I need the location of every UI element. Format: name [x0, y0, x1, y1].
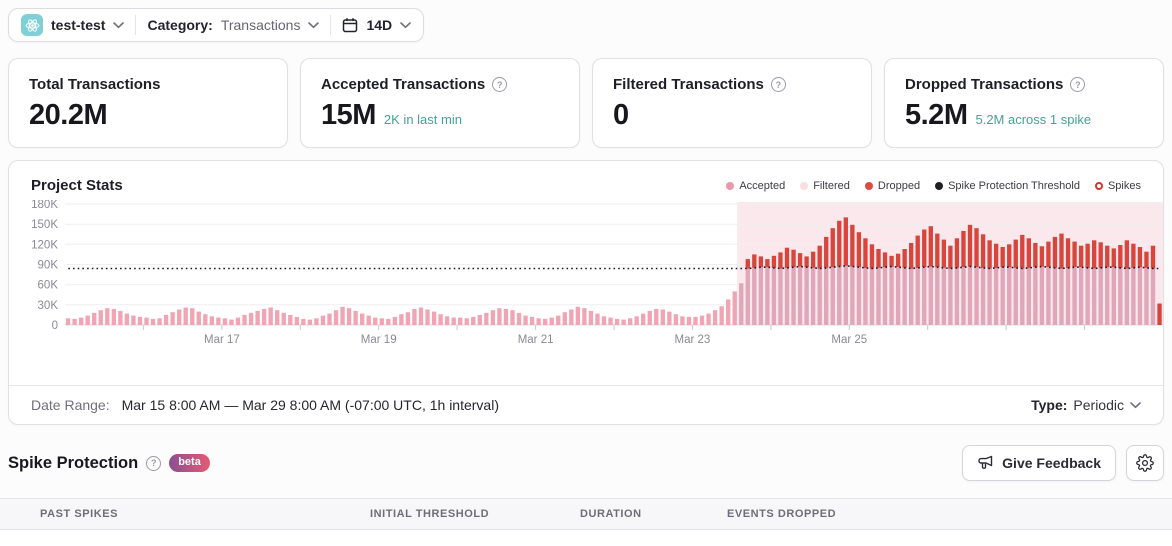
help-icon[interactable]: ?	[770, 77, 786, 92]
chevron-down-icon	[308, 22, 320, 29]
chevron-down-icon	[400, 22, 411, 29]
date-period-selector[interactable]: 14D	[342, 17, 411, 33]
gear-icon	[1136, 454, 1154, 472]
card-value: 20.2M	[29, 99, 108, 131]
spikes-ring-icon	[1094, 181, 1103, 190]
type-selector[interactable]: Type: Periodic	[1031, 397, 1141, 413]
beta-badge: beta	[169, 454, 210, 472]
type-label: Type:	[1031, 397, 1068, 413]
spike-protection-title: Spike Protection	[8, 453, 139, 472]
card-value: 0	[613, 99, 629, 131]
card-dropped-transactions: Dropped Transactions ? 5.2M 5.2M across …	[884, 58, 1164, 148]
svg-text:180K: 180K	[31, 200, 58, 211]
legend-label: Dropped	[877, 179, 921, 192]
card-title: Filtered Transactions	[613, 76, 764, 93]
date-range-label: Date Range:	[31, 397, 110, 413]
settings-button[interactable]	[1126, 445, 1164, 481]
svg-text:Mar 17: Mar 17	[204, 334, 240, 346]
top-filter-bar: test-test Category: Transactions 14D	[8, 8, 1164, 42]
chevron-down-icon	[113, 22, 125, 29]
legend-item-dropped[interactable]: Dropped	[864, 179, 921, 192]
svg-text:60K: 60K	[38, 280, 59, 292]
category-value: Transactions	[220, 17, 301, 33]
legend-label: Filtered	[813, 179, 850, 192]
period-value: 14D	[366, 17, 393, 33]
type-value: Periodic	[1073, 397, 1124, 413]
help-icon[interactable]: ?	[1070, 77, 1086, 92]
svg-text:150K: 150K	[31, 219, 58, 231]
give-feedback-button[interactable]: Give Feedback	[962, 445, 1116, 481]
help-icon[interactable]: ?	[146, 455, 162, 471]
svg-text:0: 0	[52, 320, 58, 332]
legend-dot-icon	[864, 181, 873, 190]
divider	[135, 15, 137, 35]
chart-footer: Date Range: Mar 15 8:00 AM — Mar 29 8:00…	[9, 385, 1163, 424]
legend-dot-icon	[800, 181, 809, 190]
svg-text:120K: 120K	[31, 239, 58, 251]
category-label: Category:	[147, 17, 213, 33]
col-initial-threshold: Initial Threshold	[370, 508, 490, 520]
category-selector[interactable]: Category: Transactions	[147, 17, 320, 33]
project-name: test-test	[51, 17, 106, 33]
legend-item-filtered[interactable]: Filtered	[800, 180, 850, 192]
card-value: 5.2M	[905, 99, 968, 131]
card-title: Total Transactions	[29, 76, 161, 93]
legend-dot-icon	[726, 181, 735, 190]
card-subtitle: 5.2M across 1 spike	[975, 112, 1092, 127]
svg-text:Mar 21: Mar 21	[518, 334, 554, 346]
col-events-dropped: Events Dropped	[727, 508, 837, 520]
svg-text:90K: 90K	[38, 260, 59, 272]
legend-dot-icon	[935, 181, 944, 190]
stat-cards-row: Total Transactions 20.2M Accepted Transa…	[8, 58, 1164, 148]
svg-text:30K: 30K	[38, 300, 59, 312]
help-icon[interactable]: ?	[492, 77, 508, 92]
project-stats-panel: Project Stats Accepted Filtered Dropped Spi…	[8, 160, 1164, 425]
legend-item-spike-protection-threshold[interactable]: Spike Protection Threshold	[935, 180, 1080, 192]
chevron-down-icon	[1130, 402, 1141, 409]
past-spikes-table: Past Spikes Initial Threshold Duration E…	[0, 498, 1172, 546]
table-row[interactable]	[0, 530, 1172, 546]
project-platform-icon	[21, 14, 43, 36]
svg-text:Mar 23: Mar 23	[675, 334, 711, 346]
legend-label: Accepted	[739, 179, 786, 192]
megaphone-icon	[977, 455, 994, 471]
filter-pill: test-test Category: Transactions 14D	[8, 8, 425, 42]
col-past-spikes: Past Spikes	[40, 508, 118, 520]
table-header-row: Past Spikes Initial Threshold Duration E…	[0, 498, 1172, 530]
project-selector[interactable]: test-test	[21, 14, 125, 36]
card-filtered-transactions: Filtered Transactions ? 0	[592, 58, 872, 148]
legend-label: Spike Protection Threshold	[948, 179, 1080, 192]
card-title: Accepted Transactions	[321, 76, 486, 93]
card-value: 15M	[321, 99, 376, 131]
chart-legend: Accepted Filtered Dropped Spike Protection …	[726, 180, 1141, 192]
give-feedback-label: Give Feedback	[1002, 455, 1101, 471]
legend-label: Spikes	[1107, 179, 1141, 192]
date-range-value: Mar 15 8:00 AM — Mar 29 8:00 AM (-07:00 …	[121, 397, 499, 413]
card-accepted-transactions: Accepted Transactions ? 15M 2K in last m…	[300, 58, 580, 148]
divider	[330, 15, 332, 35]
legend-item-accepted[interactable]: Accepted	[726, 180, 785, 192]
card-title: Dropped Transactions	[905, 76, 1064, 93]
project-stats-chart[interactable]: 0 30K 60K 90K 120K 150K 180K Mar 17 Mar 19 Mar 21…	[9, 194, 1163, 351]
spike-protection-header: Spike Protection ? beta Give Feedback	[8, 445, 1164, 481]
legend-item-spikes[interactable]: Spikes	[1094, 179, 1141, 192]
col-duration: Duration	[580, 508, 642, 520]
chart-title: Project Stats	[31, 177, 123, 194]
card-subtitle: 2K in last min	[383, 112, 462, 127]
calendar-icon	[342, 17, 358, 33]
svg-text:Mar 19: Mar 19	[361, 334, 397, 346]
card-total-transactions: Total Transactions 20.2M	[8, 58, 288, 148]
svg-text:Mar 25: Mar 25	[831, 334, 867, 346]
